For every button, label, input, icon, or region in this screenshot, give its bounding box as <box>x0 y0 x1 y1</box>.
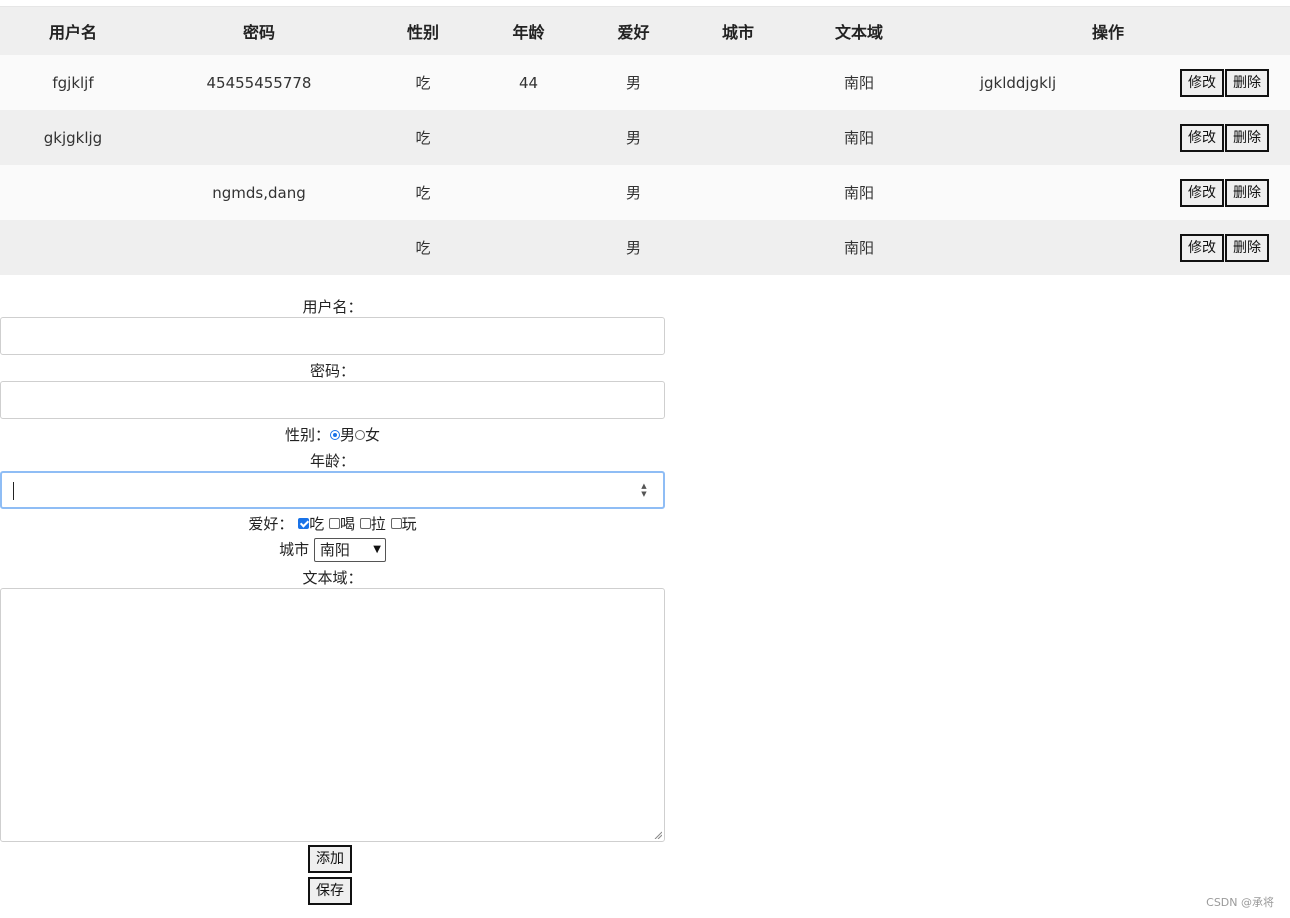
table-row: fgjkljf 45455455778 吃 44 男 南阳 jgklddjgkl… <box>0 55 1290 110</box>
delete-button[interactable]: 删除 <box>1225 233 1270 262</box>
cell-password: ngmds,dang <box>212 183 306 202</box>
add-button[interactable]: 添加 <box>308 845 352 873</box>
cell-gender: 吃 <box>415 239 431 257</box>
edit-button[interactable]: 修改 <box>1180 123 1225 152</box>
cell-password: 45455455778 <box>206 73 312 92</box>
edit-button[interactable]: 修改 <box>1180 68 1225 97</box>
cell-extra <box>926 110 1110 165</box>
cell-city <box>684 220 792 275</box>
hobby-option-pull: 拉 <box>370 515 386 533</box>
hobby-checkbox-play[interactable] <box>390 518 402 529</box>
age-label: 年龄： <box>309 452 355 470</box>
cell-gender: 吃 <box>415 129 431 147</box>
hobby-option-eat: 吃 <box>309 515 325 533</box>
cell-hobby: 男 <box>625 184 641 202</box>
cell-age: 44 <box>518 73 539 92</box>
hobby-checkbox-pull[interactable] <box>359 518 371 529</box>
city-row: 城市 南阳 ▼ <box>0 538 665 562</box>
username-input[interactable] <box>0 317 665 355</box>
hobby-label: 爱好： <box>248 515 294 533</box>
gender-option-male: 男 <box>339 426 355 444</box>
city-select-value: 南阳 <box>319 541 350 559</box>
notes-textarea[interactable] <box>0 588 665 842</box>
table-header-row: 用户名 密码 性别 年龄 爱好 城市 文本域 操作 <box>0 7 1290 55</box>
username-label: 用户名： <box>302 298 363 316</box>
cell-gender: 吃 <box>415 184 431 202</box>
hobby-checkbox-eat[interactable] <box>298 518 310 529</box>
cell-gender: 吃 <box>415 74 431 92</box>
save-button[interactable]: 保存 <box>308 877 352 905</box>
delete-button[interactable]: 删除 <box>1225 68 1270 97</box>
user-table: 用户名 密码 性别 年龄 爱好 城市 文本域 操作 fgjkljf 454554… <box>0 7 1290 275</box>
cell-textarea: 南阳 <box>843 184 874 202</box>
hobby-option-play: 玩 <box>401 515 417 533</box>
header-username: 用户名 <box>48 23 97 42</box>
cell-textarea: 南阳 <box>843 129 874 147</box>
header-age: 年龄 <box>512 23 545 42</box>
password-label: 密码： <box>309 362 355 380</box>
hobby-checkbox-drink[interactable] <box>328 518 340 529</box>
city-select[interactable]: 南阳 ▼ <box>313 538 386 562</box>
cell-username <box>0 165 146 220</box>
cell-actions: 修改 删除 <box>1110 110 1290 165</box>
cell-city <box>684 55 792 110</box>
gender-row: 性别： 男女 <box>0 424 665 445</box>
cell-hobby: 男 <box>625 129 641 147</box>
cell-hobby: 男 <box>625 74 641 92</box>
cell-hobby: 男 <box>625 239 641 257</box>
cell-textarea: 南阳 <box>843 74 874 92</box>
cell-actions: 修改 删除 <box>1110 220 1290 275</box>
cell-password <box>146 220 372 275</box>
gender-radio-male[interactable] <box>329 429 340 440</box>
table-row: gkjgkljg 吃 男 南阳 修改 删除 <box>0 110 1290 165</box>
spinner-arrows-icon[interactable]: ▲ ▼ <box>640 482 648 498</box>
header-hobby: 爱好 <box>617 23 650 42</box>
password-input[interactable] <box>0 381 665 419</box>
table-row: 吃 男 南阳 修改 删除 <box>0 220 1290 275</box>
cell-password <box>146 110 372 165</box>
edit-button[interactable]: 修改 <box>1180 233 1225 262</box>
cell-username: fgjkljf <box>52 73 94 92</box>
cell-textarea: 南阳 <box>843 239 874 257</box>
resize-handle-icon[interactable] <box>654 831 662 839</box>
delete-button[interactable]: 删除 <box>1225 178 1270 207</box>
gender-label: 性别： <box>284 426 330 444</box>
delete-button[interactable]: 删除 <box>1225 123 1270 152</box>
cell-actions: 修改 删除 <box>1110 55 1290 110</box>
cell-age <box>474 165 583 220</box>
table-row: ngmds,dang 吃 男 南阳 修改 删除 <box>0 165 1290 220</box>
hobby-option-drink: 喝 <box>339 515 355 533</box>
gender-option-female: 女 <box>365 426 381 444</box>
cell-age <box>474 220 583 275</box>
cell-username <box>0 220 146 275</box>
text-caret <box>13 482 14 500</box>
header-password: 密码 <box>242 23 275 42</box>
cell-city <box>684 110 792 165</box>
city-label: 城市 <box>279 540 310 559</box>
cell-extra <box>926 165 1110 220</box>
cell-city <box>684 165 792 220</box>
gender-radio-female[interactable] <box>355 429 365 440</box>
textarea-label: 文本域： <box>302 569 363 587</box>
cell-extra: jgklddjgklj <box>979 73 1057 92</box>
cell-actions: 修改 删除 <box>1110 165 1290 220</box>
cell-age <box>474 110 583 165</box>
cell-extra <box>926 220 1110 275</box>
header-gender: 性别 <box>406 23 439 42</box>
header-textarea: 文本域 <box>834 23 883 42</box>
age-number-input[interactable]: ▲ ▼ <box>0 471 665 509</box>
cell-username: gkjgkljg <box>43 128 103 147</box>
header-actions: 操作 <box>1092 23 1125 42</box>
csdn-watermark: CSDN @承将 <box>1206 896 1274 909</box>
chevron-down-icon: ▼ <box>373 544 381 555</box>
edit-button[interactable]: 修改 <box>1180 178 1225 207</box>
hobby-row: 爱好： 吃 喝 拉 玩 <box>0 513 665 534</box>
header-city: 城市 <box>721 23 754 42</box>
